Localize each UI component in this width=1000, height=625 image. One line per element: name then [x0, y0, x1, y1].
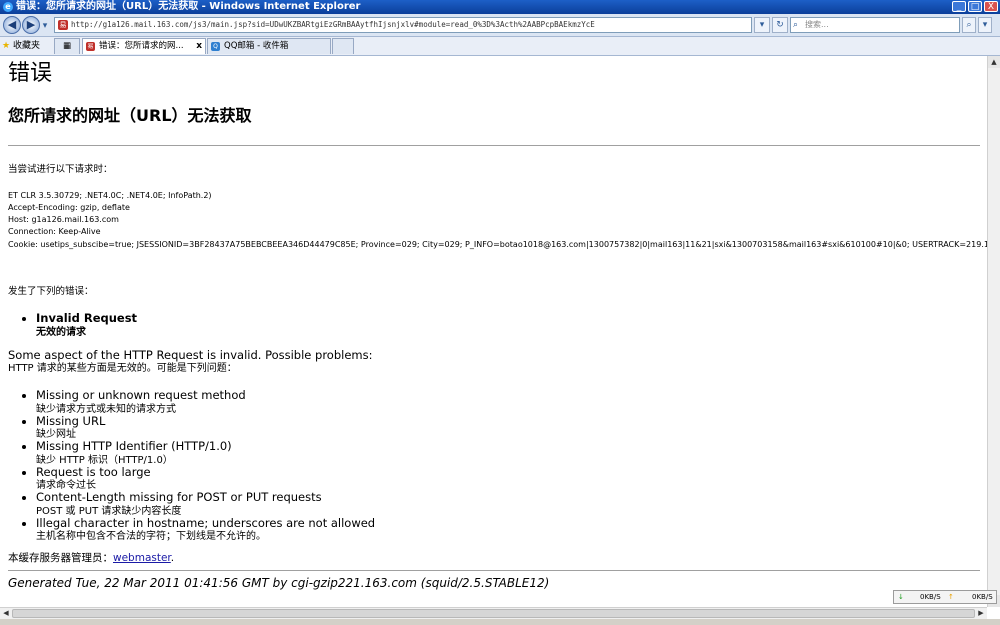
page-subtitle: 您所请求的网址（URL）无法获取 — [8, 106, 252, 125]
status-bar — [0, 619, 1000, 625]
problem-en: Request is too large — [36, 464, 151, 479]
ie-logo-icon: e — [3, 2, 13, 12]
address-url: http://g1a126.mail.163.com/js3/main.jsp?… — [71, 20, 595, 29]
download-speed: 0KB/S — [920, 593, 941, 601]
request-line: Cookie: usetips_subscibe=true; JSESSIONI… — [8, 240, 987, 249]
upload-speed: 0KB/S — [972, 593, 993, 601]
request-line: ET CLR 3.5.30729; .NET4.0C; .NET4.0E; In… — [8, 191, 212, 200]
window-title: 错误：您所请求的网址（URL）无法获取 - Windows Internet E… — [16, 1, 361, 12]
admin-line: 本缓存服务器管理员：webmaster. — [8, 552, 174, 564]
list-item: Invalid Request 无效的请求 — [36, 312, 137, 338]
list-item: Missing HTTP Identifier (HTTP/1.0)缺少 HTT… — [36, 440, 375, 466]
request-line: Connection: Keep-Alive — [8, 227, 101, 236]
error-name: Invalid Request — [36, 311, 138, 325]
scroll-left-icon[interactable]: ◀ — [0, 608, 12, 619]
star-icon: ★ — [2, 41, 11, 51]
divider — [8, 570, 980, 571]
close-window-button[interactable]: X — [984, 1, 998, 12]
generated-footer: Generated Tue, 22 Mar 2011 01:41:56 GMT … — [8, 576, 550, 590]
upload-arrow-icon: ↑ — [948, 593, 954, 601]
problem-text-cn: HTTP 请求的某些方面是无效的。可能是下列问题： — [8, 363, 237, 374]
admin-prefix: 本缓存服务器管理员： — [8, 552, 113, 564]
problem-en: Content-Length missing for POST or PUT r… — [36, 490, 322, 504]
list-item: Request is too large请求命令过长 — [36, 464, 375, 491]
qq-mail-favicon-icon: Q — [211, 42, 220, 51]
navigation-bar: ◀ ▶ ▾ 易 http://g1a126.mail.163.com/js3/ma… — [0, 14, 1000, 37]
tab-bar: ★ 收藏夹 ▦ 易 错误：您所请求的网... x Q QQ邮箱 - 收件箱 — [0, 37, 1000, 56]
download-arrow-icon: ↓ — [898, 593, 904, 601]
window-title-bar: e 错误：您所请求的网址（URL）无法获取 - Windows Internet… — [0, 0, 1000, 14]
error-list: Invalid Request 无效的请求 — [22, 312, 137, 338]
problem-en: Missing URL — [36, 413, 106, 428]
quick-tabs-button[interactable]: ▦ — [54, 38, 80, 54]
page-viewport: 错误 您所请求的网址（URL）无法获取 当尝试进行以下请求时： ET CLR 3… — [0, 56, 987, 607]
address-dropdown-icon[interactable]: ▾ — [754, 17, 770, 33]
back-button[interactable]: ◀ — [3, 16, 21, 34]
tab-label: 错误：您所请求的网... — [99, 41, 184, 51]
minimize-button[interactable]: _ — [952, 1, 966, 12]
search-go-button[interactable]: ⌕ — [962, 17, 976, 33]
request-intro: 当尝试进行以下请求时： — [8, 164, 113, 175]
problem-en: Illegal character in hostname; underscor… — [36, 515, 376, 530]
refresh-button[interactable]: ↻ — [772, 17, 788, 33]
request-line: Host: g1a126.mail.163.com — [8, 215, 119, 224]
favorites-label: 收藏夹 — [12, 41, 40, 51]
page-title: 错误 — [8, 61, 53, 86]
problem-en: Missing or unknown request method — [36, 388, 246, 402]
list-item: Missing URL缺少网址 — [36, 413, 375, 440]
list-item: Missing or unknown request method缺少请求方式或… — [36, 389, 375, 415]
admin-suffix: . — [170, 552, 175, 564]
history-dropdown-icon[interactable]: ▾ — [40, 19, 50, 31]
scroll-thumb[interactable] — [12, 609, 975, 618]
problem-cn: 主机名称中包含不合法的字符；下划线是不允许的。 — [36, 531, 266, 542]
scroll-right-icon[interactable]: ▶ — [975, 608, 987, 619]
favorites-button[interactable]: ★ 收藏夹 — [2, 39, 40, 53]
webmaster-link[interactable]: webmaster — [113, 552, 171, 564]
horizontal-scrollbar[interactable]: ◀ ▶ — [0, 607, 987, 619]
request-line: Accept-Encoding: gzip, deflate — [8, 203, 130, 212]
site-favicon-icon: 易 — [86, 42, 95, 51]
site-favicon-icon: 易 — [58, 20, 68, 30]
search-placeholder: 搜索... — [805, 20, 829, 29]
tab-qq-mail[interactable]: Q QQ邮箱 - 收件箱 — [207, 38, 331, 54]
search-options-icon[interactable]: ▾ — [978, 17, 992, 33]
close-tab-icon[interactable]: x — [196, 39, 202, 54]
forward-button[interactable]: ▶ — [22, 16, 40, 34]
search-input[interactable]: ⌕ 搜索... — [790, 17, 960, 33]
new-tab-button[interactable] — [332, 38, 354, 54]
list-item: Illegal character in hostname; underscor… — [36, 515, 376, 542]
maximize-button[interactable]: □ — [968, 1, 982, 12]
divider — [8, 145, 980, 146]
problem-en: Missing HTTP Identifier (HTTP/1.0) — [36, 439, 232, 453]
search-icon: ⌕ — [793, 20, 799, 30]
vertical-scrollbar[interactable]: ▲ ▼ — [987, 56, 1000, 607]
error-name-cn: 无效的请求 — [36, 326, 86, 338]
error-intro: 发生了下列的错误： — [8, 286, 94, 297]
problem-text-en: Some aspect of the HTTP Request is inval… — [8, 348, 373, 362]
tab-error-page[interactable]: 易 错误：您所请求的网... x — [82, 38, 206, 54]
problem-list: Missing or unknown request method缺少请求方式或… — [22, 389, 375, 542]
tab-label: QQ邮箱 - 收件箱 — [224, 41, 289, 51]
network-monitor: ↓ 0KB/S ↑ 0KB/S — [893, 590, 997, 604]
scroll-up-icon[interactable]: ▲ — [988, 56, 1000, 68]
list-item: Content-Length missing for POST or PUT r… — [36, 491, 375, 517]
address-bar[interactable]: 易 http://g1a126.mail.163.com/js3/main.jsp… — [54, 17, 752, 33]
